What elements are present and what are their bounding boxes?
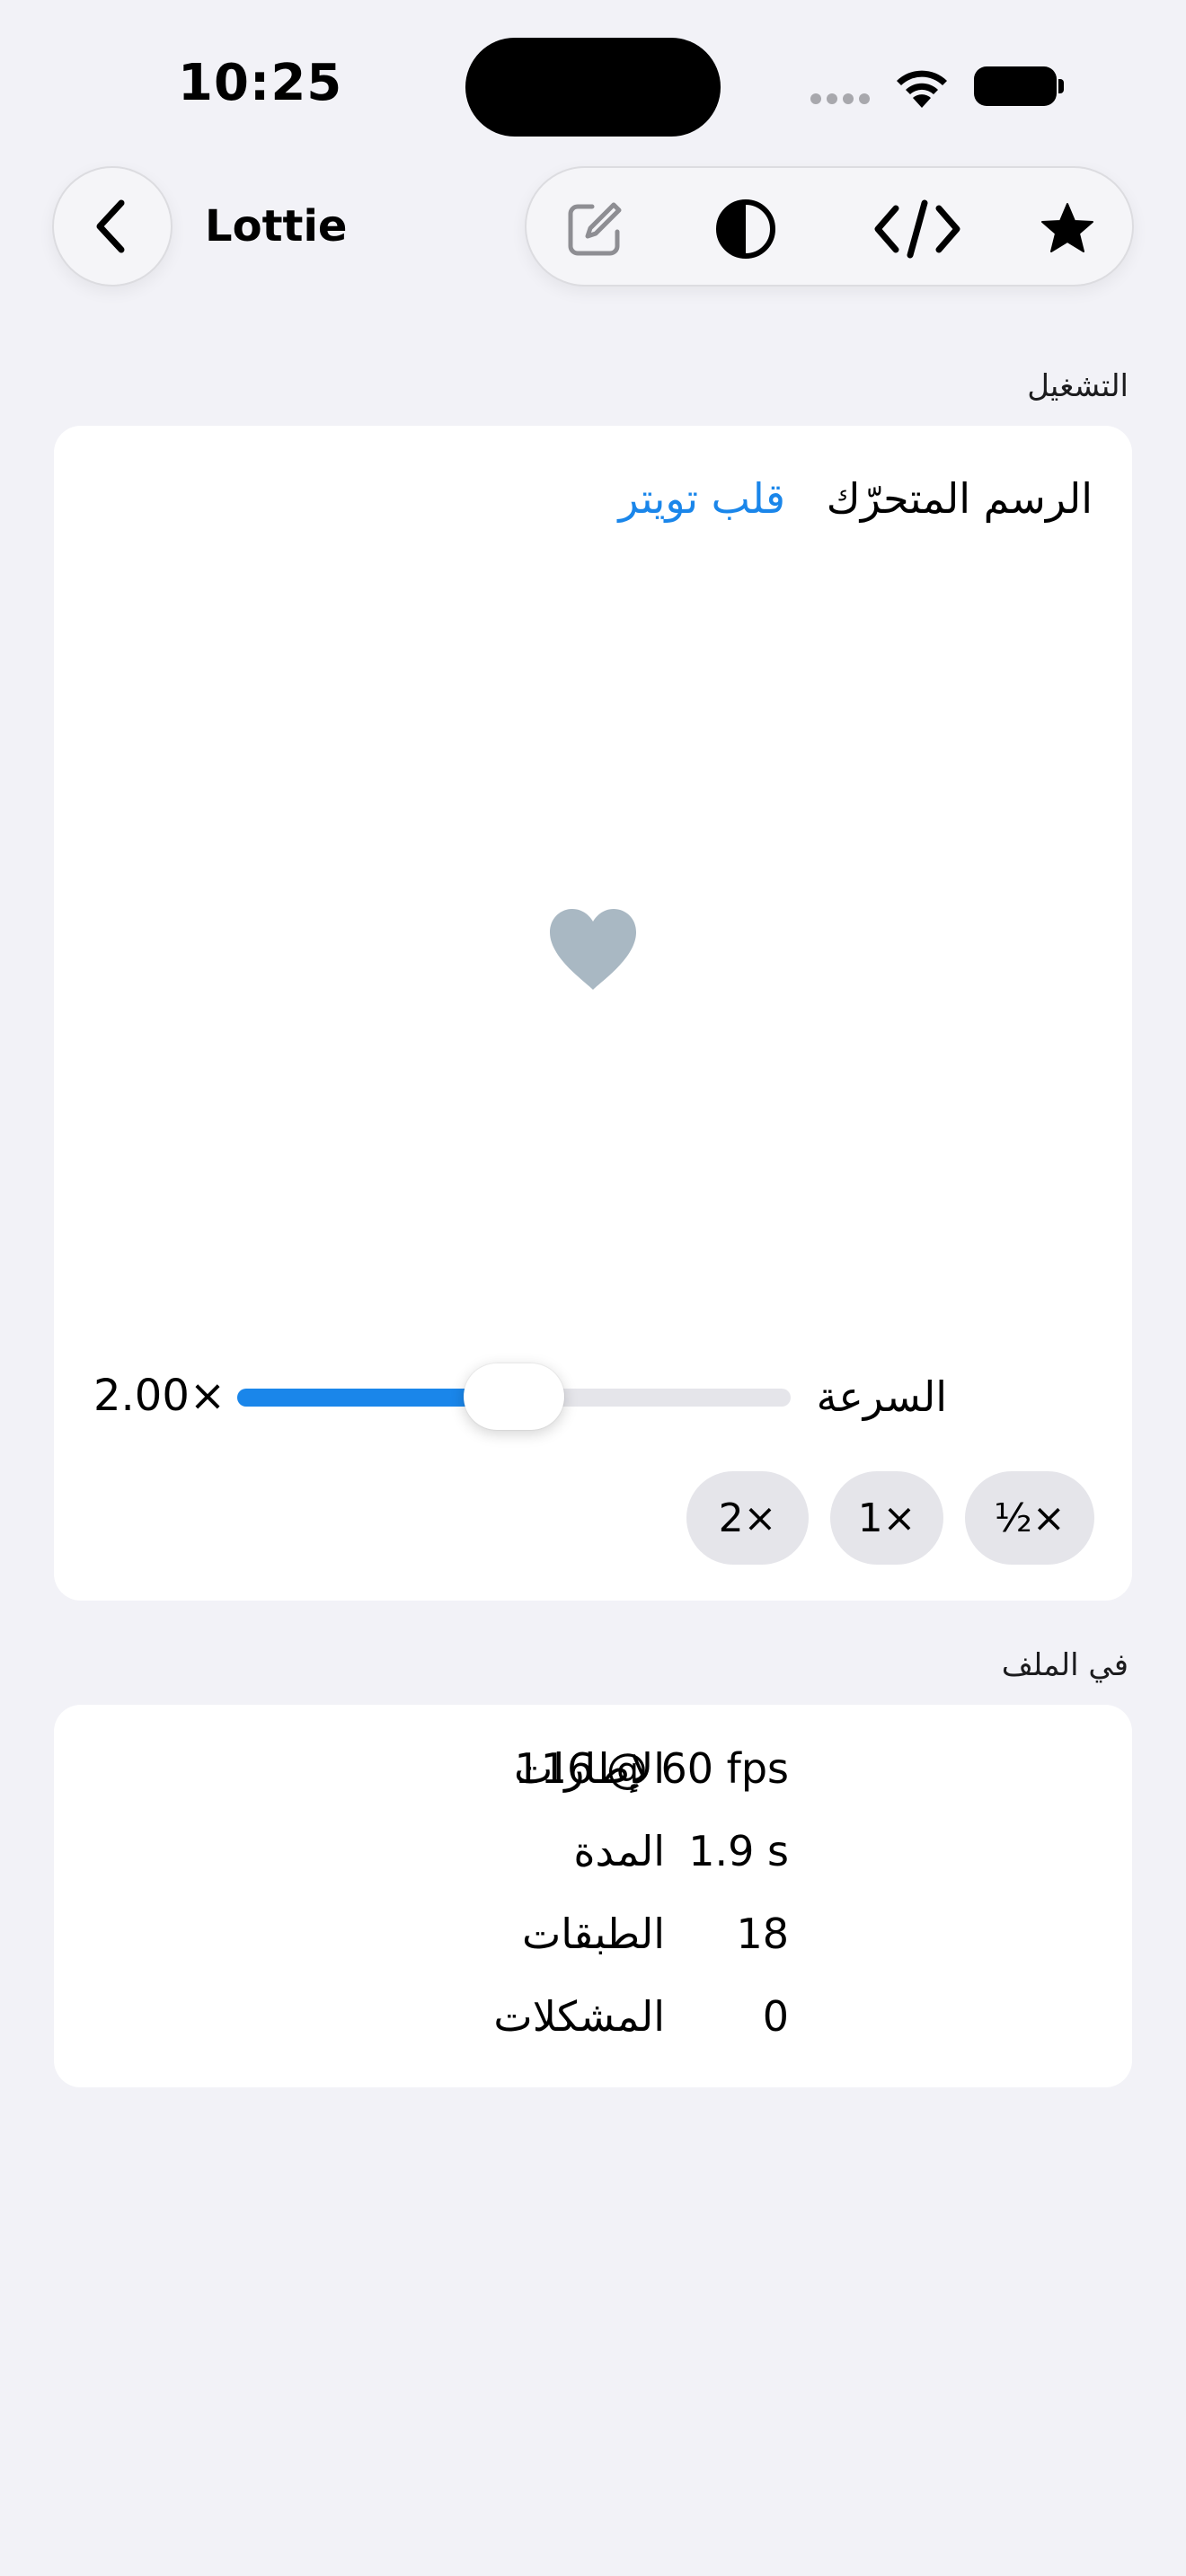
- code-icon: [874, 199, 960, 259]
- favorite-button[interactable]: [1031, 193, 1103, 265]
- issues-label: المشكلات: [493, 1992, 665, 2041]
- edit-icon: [568, 202, 622, 256]
- animation-label: الرسم المتحرّك: [826, 474, 1093, 523]
- heart-icon: [548, 907, 638, 995]
- speed-label: السرعة: [816, 1372, 947, 1421]
- battery-tip: [1058, 79, 1064, 93]
- speed-1x-button[interactable]: 1×: [830, 1471, 943, 1565]
- speed-half-button[interactable]: ½×: [965, 1471, 1094, 1565]
- nav-title: Lottie: [205, 201, 348, 251]
- battery-icon: [974, 66, 1057, 106]
- speed-value: 2.00×: [93, 1371, 226, 1421]
- appearance-button[interactable]: [710, 193, 782, 265]
- issues-value: 0: [762, 1992, 789, 2041]
- duration-value: 1.9 s: [688, 1827, 789, 1875]
- contrast-icon: [716, 199, 775, 259]
- playback-card: [54, 426, 1132, 1601]
- cellular-signal-icon: [810, 93, 870, 104]
- chevron-left-icon: [96, 199, 125, 253]
- duration-label: المدة: [573, 1827, 665, 1875]
- layers-label: الطبقات: [521, 1910, 665, 1958]
- back-button[interactable]: [52, 166, 173, 287]
- wifi-icon: [893, 63, 951, 113]
- playback-section-header: التشغيل: [1027, 368, 1128, 404]
- source-code-button[interactable]: [868, 193, 967, 265]
- status-time: 10:25: [178, 54, 343, 112]
- star-icon: [1041, 203, 1093, 252]
- file-section-header: في الملف: [1001, 1647, 1128, 1683]
- dynamic-island: [465, 38, 721, 137]
- animation-picker[interactable]: قلب تويتر: [618, 474, 785, 523]
- edit-button[interactable]: [559, 193, 631, 265]
- frames-value: 116 @ 60 fps: [514, 1744, 789, 1793]
- layers-value: 18: [736, 1910, 789, 1958]
- speed-slider-thumb[interactable]: [464, 1363, 564, 1430]
- toolbar: [525, 166, 1134, 287]
- speed-2x-button[interactable]: 2×: [686, 1471, 809, 1565]
